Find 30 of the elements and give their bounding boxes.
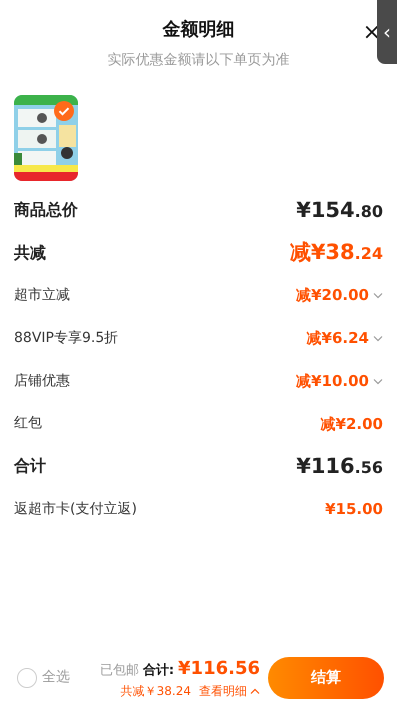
chevron-down-icon[interactable] — [373, 292, 383, 300]
amount: 减¥20.00 — [296, 285, 369, 306]
amount: ¥116.56 — [296, 452, 383, 480]
amount: 减¥2.00 — [320, 414, 383, 435]
row-label: 共减 — [14, 242, 46, 264]
check-icon[interactable] — [54, 101, 74, 121]
row-label: 红包 — [14, 414, 42, 434]
row-label: 88VIP专享9.5折 — [14, 328, 118, 348]
collapse-tab[interactable]: ‹ — [377, 0, 397, 64]
amount: 减¥6.24 — [306, 328, 369, 350]
chevron-down-icon[interactable] — [373, 334, 383, 342]
row-label: 商品总价 — [14, 199, 78, 222]
caret-up-icon[interactable] — [250, 688, 260, 694]
sheet-title: 金额明细 — [162, 18, 234, 42]
amount: 减¥38.24 — [290, 239, 383, 266]
shipping-note: 已包邮 — [100, 662, 139, 680]
total-amount: ¥116.56 — [178, 657, 260, 681]
row-label: 超市立减 — [14, 286, 70, 306]
row-label: 合计 — [14, 455, 46, 478]
amount: 减¥10.00 — [296, 370, 369, 392]
amount: ¥15.00 — [325, 498, 383, 520]
row-label: 店铺优惠 — [14, 372, 70, 391]
select-all-radio[interactable] — [17, 668, 37, 688]
chevron-down-icon[interactable] — [373, 378, 383, 385]
saving-amount: 共减￥38.24 — [120, 683, 191, 700]
amount: ¥154.80 — [296, 196, 383, 224]
total-label: 合计: — [142, 662, 174, 680]
subtitle: 实际优惠金额请以下单页为准 — [108, 51, 290, 70]
select-all-label: 全选 — [42, 668, 70, 687]
row-label: 返超市卡(支付立返) — [14, 500, 137, 519]
